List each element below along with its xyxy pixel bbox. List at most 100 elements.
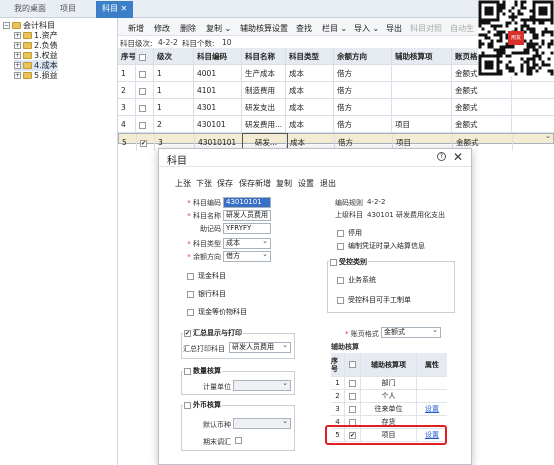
row-checkbox[interactable]: [136, 65, 154, 82]
checkbox-icon[interactable]: ✔: [184, 329, 191, 337]
qr-module: [508, 45, 512, 49]
qr-module: [502, 51, 506, 55]
qr-module: [538, 66, 542, 70]
table-cell: 430101: [194, 116, 242, 133]
columns-dropdown[interactable]: 栏目 ⌄: [322, 23, 347, 34]
default-currency-select[interactable]: [233, 417, 291, 429]
cash-account-check[interactable]: 现金科目: [187, 271, 226, 281]
bank-account-check[interactable]: 银行科目: [187, 289, 226, 299]
qr-module: [478, 39, 482, 43]
delete-button[interactable]: 删除: [180, 23, 196, 34]
manual-voucher-check[interactable]: 受控科目可手工制单: [337, 295, 411, 305]
next-button[interactable]: 下张: [196, 178, 212, 189]
tree-item-profit-loss[interactable]: +5.损益: [14, 70, 58, 81]
expand-icon[interactable]: +: [14, 62, 21, 69]
edit-button[interactable]: 修改: [154, 23, 170, 34]
auto-generate-button[interactable]: 自动生: [450, 23, 474, 34]
select-all-checkbox[interactable]: [136, 48, 154, 65]
business-system-label: 业务系统: [348, 276, 376, 284]
save-button[interactable]: 保存: [217, 178, 233, 189]
checkbox-icon[interactable]: [330, 258, 337, 266]
qr-module: [502, 12, 506, 16]
save-new-button[interactable]: 保存新增: [239, 178, 271, 189]
aux-row-name: 个人: [361, 390, 417, 402]
qr-module: [478, 42, 482, 46]
table-cell: 1: [118, 65, 136, 82]
qr-module: [526, 69, 530, 73]
exit-button[interactable]: 退出: [320, 178, 336, 189]
aux-settings-button[interactable]: 辅助核算设置: [240, 23, 288, 34]
close-icon[interactable]: ✕: [453, 150, 463, 164]
manual-voucher-label: 受控科目可手工制单: [348, 296, 411, 304]
aux-row[interactable]: 1 部门: [331, 377, 447, 390]
period-end-checkbox[interactable]: [235, 437, 242, 444]
prev-button[interactable]: 上张: [175, 178, 191, 189]
name-input[interactable]: 研发人员费用: [223, 210, 271, 221]
parent-value: 430101 研发费用化支出: [367, 211, 445, 219]
currency-title: 外币核算: [183, 400, 222, 410]
aux-row-checkbox[interactable]: [345, 390, 361, 402]
disable-check[interactable]: 停用: [337, 228, 362, 238]
code-input[interactable]: 43010101: [223, 197, 271, 208]
qr-module: [541, 12, 545, 16]
account-mapping-button[interactable]: 科目对照: [410, 23, 442, 34]
qr-module: [490, 6, 494, 10]
aux-row-checkbox[interactable]: [345, 403, 361, 415]
checkbox-icon[interactable]: [184, 401, 191, 409]
collapse-icon[interactable]: −: [3, 22, 10, 29]
aux-row[interactable]: 3 往来单位 设置: [331, 403, 447, 416]
tab-account[interactable]: 科目 ✕: [96, 1, 134, 18]
balance-select[interactable]: 借方: [223, 250, 271, 262]
qr-module: [547, 63, 551, 67]
close-icon[interactable]: ✕: [121, 4, 128, 13]
table-row[interactable]: 4 2 430101 研发费用... 成本 借方 项目 金额式: [118, 116, 554, 133]
unit-select[interactable]: [233, 379, 291, 391]
aux-settings-link[interactable]: 设置: [425, 404, 439, 414]
qr-module: [526, 27, 530, 31]
type-select[interactable]: 成本: [223, 237, 271, 249]
aux-row-checkbox[interactable]: [345, 377, 361, 389]
row-checkbox[interactable]: ✔: [137, 134, 155, 151]
copy-dropdown[interactable]: 复制 ⌄: [206, 23, 231, 34]
export-button[interactable]: 导出: [386, 23, 402, 34]
tab-project[interactable]: 项目: [60, 3, 76, 14]
qr-module: [523, 0, 527, 4]
expand-icon[interactable]: +: [14, 32, 21, 39]
copy-button[interactable]: 复制: [276, 178, 292, 189]
qr-module: [496, 9, 500, 13]
business-system-check[interactable]: 业务系统: [337, 275, 376, 285]
settings-button[interactable]: 设置: [298, 178, 314, 189]
row-checkbox[interactable]: [136, 99, 154, 116]
table-row[interactable]: 5 ✔ 3 43010101 研发... 成本 借方 项目 金额式: [118, 132, 554, 152]
table-cell: 4101: [194, 82, 242, 99]
row-checkbox[interactable]: [136, 116, 154, 133]
settlement-info-check[interactable]: 编制凭证时录入结算信息: [337, 241, 425, 251]
find-button[interactable]: 查找: [296, 23, 312, 34]
qr-module: [526, 24, 530, 28]
cash-equivalent-check[interactable]: 现金等价物科目: [187, 307, 247, 317]
expand-icon[interactable]: +: [14, 42, 21, 49]
expand-icon[interactable]: +: [14, 72, 21, 79]
add-button[interactable]: 新增: [128, 23, 144, 34]
table-row[interactable]: 3 1 4301 研发支出 成本 借方 金额式: [118, 99, 554, 116]
count-value: 10: [222, 38, 232, 47]
row-checkbox[interactable]: [136, 82, 154, 99]
tab-desktop[interactable]: 我的桌面: [14, 3, 46, 14]
name-label: * 科目名称: [187, 212, 221, 220]
qr-module: [529, 45, 533, 49]
qr-module: [508, 21, 512, 25]
summary-print-select[interactable]: 研发人员费用: [229, 341, 291, 353]
checkbox-icon[interactable]: [184, 367, 191, 375]
qr-module: [490, 66, 494, 70]
ledger-select[interactable]: 金额式: [381, 326, 441, 338]
aux-row[interactable]: 2 个人: [331, 390, 447, 403]
import-dropdown[interactable]: 导入 ⌄: [354, 23, 379, 34]
qr-module: [499, 48, 503, 52]
table-row[interactable]: 2 1 4101 制造费用 成本 借方 金额式: [118, 82, 554, 99]
aux-select-all[interactable]: [345, 353, 361, 376]
type-label: * 科目类型: [187, 240, 221, 248]
mnemonic-input[interactable]: YFRYFY: [223, 223, 271, 234]
help-icon[interactable]: ?: [437, 152, 446, 161]
qr-module: [526, 45, 530, 49]
expand-icon[interactable]: +: [14, 52, 21, 59]
